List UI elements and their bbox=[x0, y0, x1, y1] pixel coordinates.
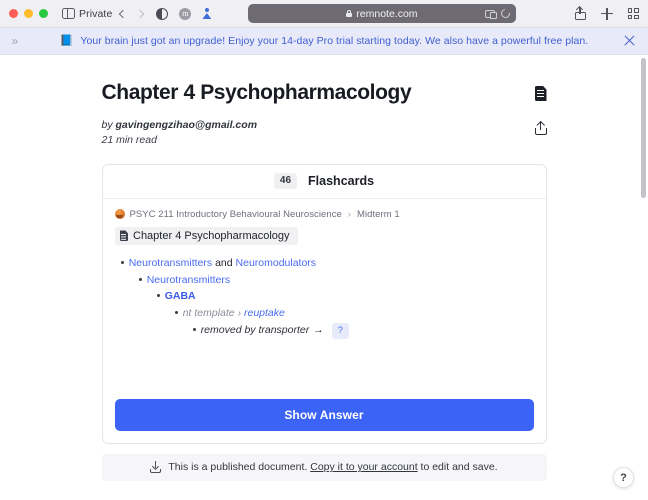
reader-mode-icon[interactable] bbox=[156, 7, 169, 20]
flashcard-panel: 46 Flashcards PSYC 211 Introductory Beha… bbox=[101, 163, 547, 444]
bullet-icon bbox=[156, 294, 160, 298]
rem-text-fragment: Neuromodulators bbox=[235, 257, 317, 270]
copy-to-account-link[interactable]: Copy it to your account bbox=[310, 461, 417, 473]
read-time: 21 min read bbox=[101, 134, 157, 147]
rem-text-fragment: reuptake bbox=[243, 306, 285, 319]
rem-tree-item-text: GABA bbox=[165, 290, 196, 302]
private-browsing-indicator[interactable]: Private bbox=[62, 8, 112, 20]
title-row: Chapter 4 Psychopharmacology bbox=[102, 81, 547, 105]
share-document-icon[interactable] bbox=[534, 121, 547, 136]
document-title-chip[interactable]: Chapter 4 Psychopharmacology bbox=[114, 226, 298, 245]
breadcrumb-separator: › bbox=[347, 208, 352, 220]
close-window-button[interactable] bbox=[9, 9, 18, 18]
bullet-icon bbox=[138, 277, 142, 281]
promo-banner-text: Your brain just got an upgrade! Enjoy yo… bbox=[80, 35, 589, 47]
maximize-window-button[interactable] bbox=[39, 9, 48, 18]
extension-icon[interactable]: m bbox=[179, 7, 192, 20]
flashcard-body: PSYC 211 Introductory Behavioural Neuros… bbox=[103, 199, 546, 389]
page-scrollbar-thumb[interactable] bbox=[641, 58, 646, 198]
by-word: by bbox=[101, 119, 113, 132]
address-bar-actions bbox=[484, 7, 512, 20]
back-chevron-icon bbox=[119, 9, 128, 18]
show-answer-button[interactable]: Show Answer bbox=[114, 398, 534, 431]
page-scrollbar[interactable] bbox=[639, 55, 648, 500]
bullet-icon bbox=[174, 310, 178, 314]
rem-tree-item[interactable]: GABA bbox=[156, 290, 534, 302]
rem-text-fragment: → bbox=[313, 324, 324, 337]
rem-tree-item-text: removed by transporter → ? bbox=[200, 323, 349, 339]
answer-placeholder-badge[interactable]: ? bbox=[331, 323, 349, 339]
address-bar-center: remnote.com bbox=[248, 8, 516, 20]
sidebar-toggle-icon[interactable] bbox=[62, 8, 75, 19]
page-settings-icon[interactable] bbox=[484, 9, 497, 19]
brain-emoji-icon bbox=[114, 209, 125, 220]
rem-text-fragment: nt template bbox=[182, 306, 235, 319]
lock-icon bbox=[346, 10, 353, 17]
browser-toolbar: Private m remnote.com bbox=[0, 0, 648, 28]
flashcard-label: Flashcards bbox=[308, 174, 375, 189]
minimize-window-button[interactable] bbox=[24, 9, 33, 18]
author-email: gavingengzihao@gmail.com bbox=[115, 119, 258, 132]
footer-text-after: to edit and save. bbox=[420, 461, 498, 474]
toolbar-tools: m bbox=[156, 7, 212, 20]
new-tab-icon[interactable] bbox=[600, 7, 613, 20]
forward-chevron-icon bbox=[136, 9, 145, 18]
rem-text-fragment: GABA bbox=[164, 290, 196, 303]
back-button[interactable] bbox=[119, 9, 128, 18]
page-title: Chapter 4 Psychopharmacology bbox=[101, 81, 412, 104]
rem-text-fragment: Neurotransmitters bbox=[128, 257, 213, 270]
document-title-chip-label: Chapter 4 Psychopharmacology bbox=[133, 229, 290, 242]
url-text: remnote.com bbox=[356, 7, 418, 20]
download-icon bbox=[150, 461, 162, 474]
share-icon[interactable] bbox=[574, 6, 586, 20]
rem-tree-item[interactable]: removed by transporter → ? bbox=[192, 323, 534, 339]
window-traffic-lights bbox=[9, 9, 48, 18]
rem-tree-item-text: Neurotransmitters and Neuromodulators bbox=[129, 257, 316, 269]
rem-text-fragment: removed by transporter bbox=[200, 324, 310, 337]
profile-icon[interactable] bbox=[202, 7, 212, 20]
flashcard-count-badge: 46 bbox=[273, 173, 298, 190]
forward-button[interactable] bbox=[136, 9, 145, 18]
footer-text-before: This is a published document. bbox=[168, 461, 308, 474]
rem-tree: Neurotransmitters and Neuromodulators Neu… bbox=[115, 257, 534, 339]
flashcard-header: 46 Flashcards bbox=[102, 165, 546, 199]
breadcrumb-course[interactable]: PSYC 211 Introductory Behavioural Neuros… bbox=[130, 209, 342, 220]
byline: by gavingengzihao@gmail.com 21 min read bbox=[102, 118, 258, 148]
rem-tree-item[interactable]: Neurotransmitters bbox=[138, 274, 534, 286]
page-icon bbox=[119, 230, 128, 242]
close-icon[interactable] bbox=[622, 34, 636, 48]
rem-text-fragment: › bbox=[237, 306, 242, 319]
help-button[interactable]: ? bbox=[613, 467, 634, 488]
promo-banner: » 📘 Your brain just got an upgrade! Enjo… bbox=[0, 28, 648, 55]
promo-banner-content: 📘 Your brain just got an upgrade! Enjoy … bbox=[0, 35, 648, 47]
breadcrumb-section[interactable]: Midterm 1 bbox=[357, 209, 400, 220]
rem-tree-item[interactable]: nt template › reuptake bbox=[174, 307, 534, 319]
page-viewport: Chapter 4 Psychopharmacology by gavingen… bbox=[0, 55, 648, 500]
footer-text: This is a published document. Copy it to… bbox=[168, 461, 497, 473]
document-icon[interactable] bbox=[534, 86, 547, 101]
rem-tree-item-text: nt template › reuptake bbox=[183, 307, 285, 319]
address-bar[interactable]: remnote.com bbox=[247, 4, 516, 23]
rem-text-fragment: Neurotransmitters bbox=[146, 273, 231, 286]
book-icon: 📘 bbox=[59, 34, 74, 47]
rem-tree-item[interactable]: Neurotransmitters and Neuromodulators bbox=[120, 257, 534, 269]
navigation-arrows bbox=[119, 9, 145, 18]
document-content: Chapter 4 Psychopharmacology by gavingen… bbox=[101, 55, 547, 481]
rem-tree-item-text: Neurotransmitters bbox=[147, 274, 230, 286]
bullet-icon bbox=[120, 261, 124, 265]
show-answer-wrap: Show Answer bbox=[103, 389, 546, 443]
private-label: Private bbox=[79, 7, 113, 20]
rem-text-fragment: and bbox=[215, 257, 233, 270]
tab-overview-icon[interactable] bbox=[627, 8, 639, 19]
bullet-icon bbox=[192, 328, 196, 332]
reload-icon[interactable] bbox=[499, 7, 512, 20]
breadcrumb: PSYC 211 Introductory Behavioural Neuros… bbox=[114, 208, 534, 220]
toolbar-right-actions bbox=[565, 6, 639, 20]
published-document-footer: This is a published document. Copy it to… bbox=[101, 453, 547, 481]
byline-row: by gavingengzihao@gmail.com 21 min read bbox=[102, 118, 547, 148]
